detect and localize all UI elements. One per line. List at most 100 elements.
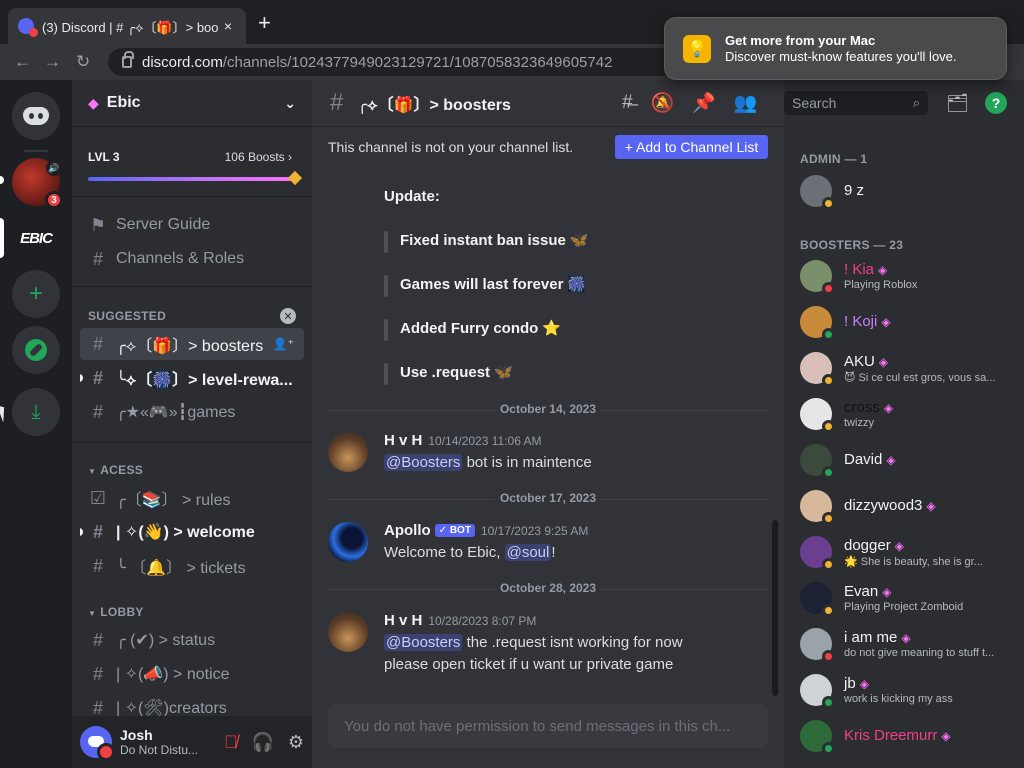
category-suggested: SUGGESTED xyxy=(88,309,167,323)
message-author[interactable]: Apollo ✓ BOT 10/17/2023 9:25 AM xyxy=(384,522,588,539)
member-item[interactable]: cross ◈ twizzy xyxy=(792,392,1016,436)
member-item[interactable]: Kris Dreemurr ◈ xyxy=(792,714,1016,758)
channels-roles-link[interactable]: # Channels & Roles xyxy=(80,243,304,275)
member-list: ADMIN — 1 9 z BOOSTERS — 23 ! Kia ◈ Playin… xyxy=(784,80,1024,768)
avatar[interactable] xyxy=(328,522,368,562)
avatar[interactable] xyxy=(328,612,368,652)
add-to-channel-list-button[interactable]: + Add to Channel List xyxy=(615,135,768,159)
category-acess[interactable]: ▼ ACESS xyxy=(88,463,143,477)
scrollbar[interactable] xyxy=(772,520,778,696)
boost-gem-icon: ◈ xyxy=(881,315,891,329)
avatar xyxy=(800,628,835,663)
user-mention[interactable]: @soul xyxy=(504,544,552,561)
member-info: ! Kia ◈ Playing Roblox xyxy=(844,261,917,291)
status-indicator xyxy=(822,512,835,525)
notification-bell-muted-icon[interactable]: 🔕 xyxy=(651,91,675,115)
member-item[interactable]: 9 z xyxy=(792,169,1016,213)
close-suggested-icon[interactable]: ✕ xyxy=(280,308,296,324)
member-item[interactable]: ! Koji ◈ xyxy=(792,300,1016,344)
member-info: AKU ◈ 😈 Si ce cul est gros, vous sa... xyxy=(844,353,995,384)
chat-area: # ╭⟡〔🎁〕> boosters This channel is not on… xyxy=(312,80,784,768)
channel-boosters[interactable]: # ╭⟡〔🎁〕> boosters 👤⁺ xyxy=(80,328,304,360)
server-header[interactable]: ◆ Ebic ⌄ xyxy=(72,80,312,126)
member-item[interactable]: Evan ◈ Playing Project Zomboid xyxy=(792,576,1016,620)
author-name: Apollo xyxy=(384,522,431,539)
hash-icon: # xyxy=(92,663,103,684)
channel-games[interactable]: # ╭★«🎮»┇games xyxy=(80,396,304,428)
member-item[interactable]: i am me ◈ do not give meaning to stuff t..… xyxy=(792,622,1016,666)
headphones-icon[interactable]: 🎧 xyxy=(251,732,273,753)
message-timestamp: 10/28/2023 8:07 PM xyxy=(428,614,537,628)
role-mention[interactable]: @Boosters xyxy=(384,454,463,471)
download-apps-button[interactable]: ⤓ xyxy=(12,388,60,436)
member-info: cross ◈ twizzy xyxy=(844,399,893,429)
reload-button[interactable]: ↻ xyxy=(76,52,90,72)
new-tab-button[interactable]: + xyxy=(258,12,271,34)
discord-logo-icon xyxy=(23,107,49,125)
server-guide-link[interactable]: ⚑ Server Guide xyxy=(80,209,304,241)
message-author[interactable]: H v H 10/14/2023 11:06 AM xyxy=(384,432,542,449)
member-item[interactable]: dogger ◈ 🌟 She is beauty, she is gr... xyxy=(792,530,1016,574)
channel-notice[interactable]: # | ✧(📣) > notice xyxy=(80,658,304,690)
mute-mic-icon[interactable]: 🎙̸ xyxy=(224,732,238,753)
inbox-icon[interactable]: 🗂 xyxy=(946,93,969,114)
channel-welcome[interactable]: # | ✧(👋) > welcome xyxy=(80,516,304,548)
hash-icon: # xyxy=(92,629,103,650)
search-input[interactable]: Search ⌕ xyxy=(784,91,928,115)
boost-gem-icon: ◈ xyxy=(883,401,894,415)
role-mention[interactable]: @Boosters xyxy=(384,634,463,651)
channel-status[interactable]: # ╭ (✔) > status xyxy=(80,624,304,656)
nav-label: Server Guide xyxy=(116,216,211,233)
threads-icon[interactable]: #̶ xyxy=(622,92,633,114)
add-member-icon[interactable]: 👤⁺ xyxy=(273,337,294,351)
avatar[interactable] xyxy=(80,726,115,761)
signpost-icon: ⚑ xyxy=(89,214,107,235)
boost-count: 106 Boosts xyxy=(224,150,285,164)
channel-tickets[interactable]: # ╰ 〔🔔〕 > tickets xyxy=(80,550,304,582)
url-host: discord.com xyxy=(142,53,223,71)
explore-servers-button[interactable] xyxy=(12,326,60,374)
member-activity: Playing Project Zomboid xyxy=(844,601,964,613)
member-info: Evan ◈ Playing Project Zomboid xyxy=(844,583,963,613)
browser-tab[interactable]: (3) Discord | # ╭⟡〔🎁〕> boo × xyxy=(8,8,246,44)
channel-rules[interactable]: ☑ ╭〔📚〕 > rules xyxy=(80,482,304,514)
member-item[interactable]: jb ◈ work is kicking my ass xyxy=(792,668,1016,712)
hash-icon: # xyxy=(92,401,103,422)
help-button[interactable]: ? xyxy=(985,92,1007,114)
server-icon-ebic[interactable]: EBIC xyxy=(12,214,60,262)
gear-icon[interactable]: ⚙ xyxy=(288,732,304,753)
system-notification[interactable]: 💡 Get more from your Mac Discover must-k… xyxy=(664,17,1007,80)
add-server-button[interactable]: + xyxy=(12,270,60,318)
member-name: 9 z xyxy=(844,182,865,199)
forward-button[interactable]: → xyxy=(44,52,61,72)
discord-favicon-icon xyxy=(18,18,38,37)
avatar xyxy=(800,536,835,571)
member-item[interactable]: ! Kia ◈ Playing Roblox xyxy=(792,254,1016,298)
avatar[interactable] xyxy=(328,432,368,472)
avatar xyxy=(800,352,835,387)
blockquote-bar xyxy=(384,275,388,297)
screen: (3) Discord | # ╭⟡〔🎁〕> boo × + ← → ↻ dis… xyxy=(0,0,1024,768)
member-info: dogger ◈ 🌟 She is beauty, she is gr... xyxy=(844,537,983,568)
category-lobby[interactable]: ▼ LOBBY xyxy=(88,605,144,619)
notification-title: Get more from your Mac xyxy=(725,33,876,48)
channel-label: ╰⟡〔🎆〕> level-rewa... xyxy=(116,372,293,389)
member-item[interactable]: dizzywood3 ◈ xyxy=(792,484,1016,528)
close-tab-icon[interactable]: × xyxy=(220,18,236,34)
back-button[interactable]: ← xyxy=(14,52,31,72)
member-name: dizzywood3 xyxy=(844,497,923,514)
message-text: ! xyxy=(551,544,556,561)
member-item[interactable]: AKU ◈ 😈 Si ce cul est gros, vous sa... xyxy=(792,346,1016,390)
message-author[interactable]: H v H 10/28/2023 8:07 PM xyxy=(384,612,536,629)
direct-messages-button[interactable] xyxy=(12,92,60,140)
member-name: ! Kia xyxy=(844,261,875,278)
server-icon-1[interactable]: 🔊 3 xyxy=(12,158,63,209)
member-item[interactable]: David ◈ xyxy=(792,438,1016,482)
pin-icon[interactable]: 📌 xyxy=(692,91,716,115)
boost-gem-icon: ◈ xyxy=(882,585,892,599)
member-list-icon[interactable]: 👥 xyxy=(734,91,758,115)
notification-body: Discover must-know features you'll love. xyxy=(725,49,957,64)
channel-level-rewards[interactable]: # ╰⟡〔🎆〕> level-rewa... xyxy=(80,362,304,394)
boost-level[interactable]: LVL 3 106 Boosts › xyxy=(88,150,296,164)
member-name: Kris Dreemurr xyxy=(844,727,938,744)
